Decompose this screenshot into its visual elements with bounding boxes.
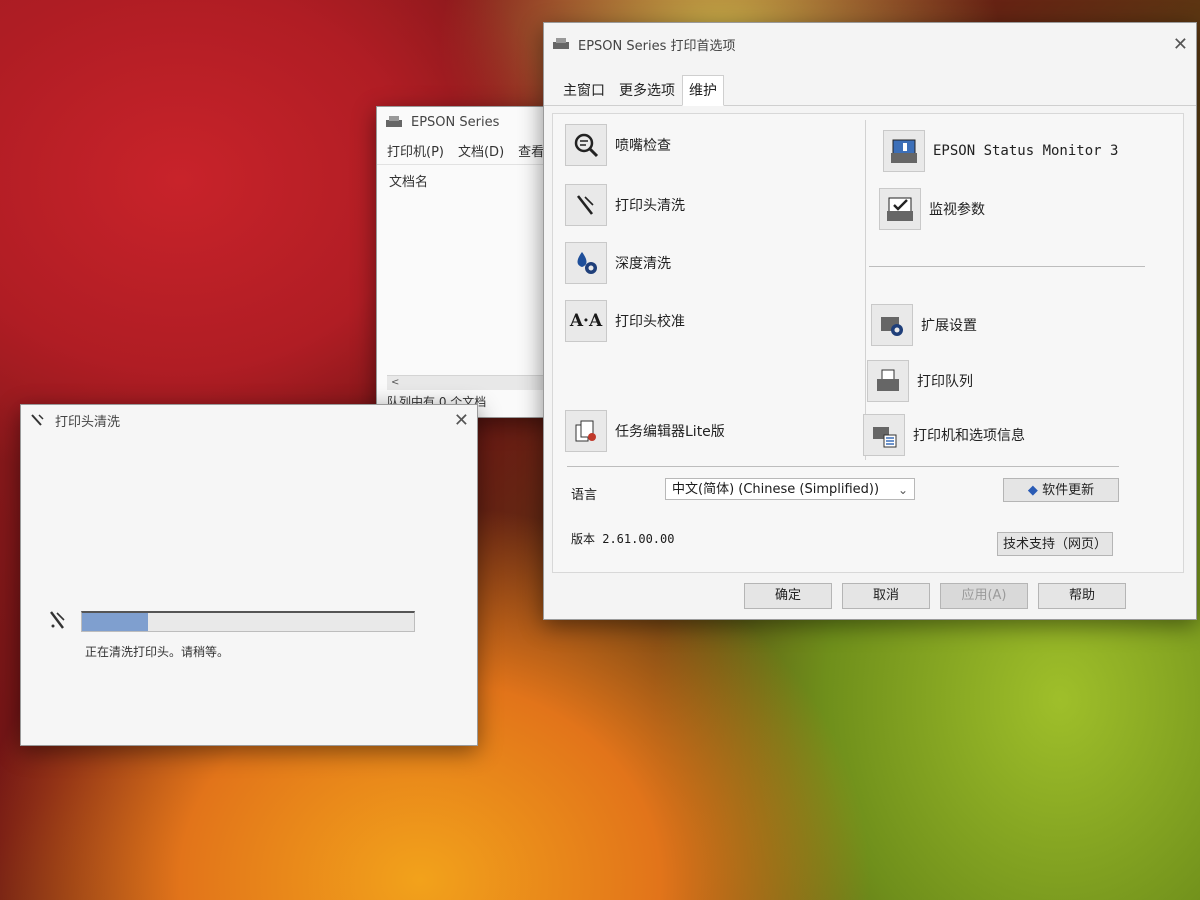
status-monitor-label: EPSON Status Monitor 3	[933, 143, 1119, 159]
status-monitor-button[interactable]: EPSON Status Monitor 3	[883, 130, 1118, 172]
ok-button[interactable]: 确定	[744, 583, 832, 609]
bottom-divider	[567, 466, 1119, 467]
language-value: 中文(简体) (Chinese (Simplified))	[672, 482, 880, 497]
prefs-titlebar: EPSON Series 打印首选项 ✕	[544, 29, 1196, 59]
language-select[interactable]: 中文(简体) (Chinese (Simplified)) ⌄	[665, 478, 915, 500]
power-cleaning-button[interactable]: 深度清洗	[565, 242, 671, 284]
queue-menubar: 打印机(P) 文档(D) 查看	[377, 137, 555, 165]
power-cleaning-label: 深度清洗	[615, 256, 671, 272]
job-arranger-label: 任务编辑器Lite版	[615, 424, 725, 440]
extended-settings-button[interactable]: 扩展设置	[871, 304, 977, 346]
tab-bar: 主窗口 更多选项 维护	[544, 75, 1196, 106]
printer-info-icon	[863, 414, 905, 456]
column-document-name[interactable]: 文档名	[377, 165, 555, 196]
head-cleaning-icon	[50, 611, 65, 629]
head-cleaning-dialog: 打印头清洗 ✕ 正在清洗打印头。请稍等。	[20, 404, 478, 746]
right-divider	[869, 266, 1145, 267]
cancel-button[interactable]: 取消	[842, 583, 930, 609]
job-arranger-button[interactable]: 任务编辑器Lite版	[565, 410, 725, 452]
close-icon[interactable]: ✕	[454, 410, 469, 431]
menu-view[interactable]: 查看	[518, 141, 544, 160]
power-cleaning-icon	[565, 242, 607, 284]
head-cleaning-label: 打印头清洗	[615, 198, 685, 214]
queue-titlebar: EPSON Series	[377, 107, 555, 137]
apply-button[interactable]: 应用(A)	[940, 583, 1028, 609]
maintenance-panel: 喷嘴检查 打印头清洗 深度清洗 A·A 打印头校准 任务编辑器Lite版 EPS…	[552, 113, 1184, 573]
printing-preferences-window: EPSON Series 打印首选项 ✕ 主窗口 更多选项 维护 喷嘴检查 打印…	[543, 22, 1197, 620]
clean-title: 打印头清洗	[55, 414, 121, 430]
tab-more-options[interactable]: 更多选项	[612, 75, 682, 105]
language-label: 语言	[571, 488, 598, 503]
version-text: 版本 2.61.00.00	[571, 532, 675, 546]
menu-document[interactable]: 文档(D)	[458, 141, 504, 160]
head-cleaning-button[interactable]: 打印头清洗	[565, 184, 685, 226]
print-queue-window: EPSON Series 打印机(P) 文档(D) 查看 文档名 < 队列中有 …	[376, 106, 556, 418]
printer-icon	[553, 38, 569, 49]
nozzle-check-icon	[565, 124, 607, 166]
print-queue-button[interactable]: 打印队列	[867, 360, 973, 402]
horizontal-scrollbar[interactable]: <	[387, 375, 555, 390]
progress-fill	[82, 613, 149, 631]
monitoring-preferences-icon	[879, 188, 921, 230]
clean-titlebar: 打印头清洗 ✕	[21, 405, 477, 435]
vertical-divider	[865, 120, 866, 460]
status-monitor-icon	[883, 130, 925, 172]
extended-settings-icon	[871, 304, 913, 346]
monitoring-preferences-button[interactable]: 监视参数	[879, 188, 985, 230]
extended-settings-label: 扩展设置	[921, 318, 977, 334]
chevron-down-icon[interactable]: ⌄	[898, 479, 908, 501]
nozzle-check-label: 喷嘴检查	[615, 138, 671, 154]
job-arranger-icon	[565, 410, 607, 452]
shield-icon: ◆	[1027, 483, 1038, 498]
head-alignment-icon: A·A	[565, 300, 607, 342]
tab-maintenance[interactable]: 维护	[682, 75, 724, 106]
head-alignment-label: 打印头校准	[615, 314, 685, 330]
tech-support-button[interactable]: 技术支持（网页）	[997, 532, 1113, 556]
cleaning-message: 正在清洗打印头。请稍等。	[85, 645, 230, 659]
printer-info-button[interactable]: 打印机和选项信息	[863, 414, 1025, 456]
queue-title: EPSON Series	[411, 114, 500, 130]
print-queue-label: 打印队列	[917, 374, 973, 390]
software-update-button[interactable]: ◆ 软件更新	[1003, 478, 1119, 502]
printer-icon	[386, 116, 402, 127]
head-cleaning-icon	[31, 414, 44, 426]
cleaning-progress-bar	[81, 611, 415, 632]
menu-printer[interactable]: 打印机(P)	[387, 141, 444, 160]
monitoring-preferences-label: 监视参数	[929, 202, 985, 218]
prefs-title: EPSON Series 打印首选项	[578, 38, 736, 54]
print-queue-icon	[867, 360, 909, 402]
printer-info-label: 打印机和选项信息	[913, 428, 1025, 444]
software-update-label: 软件更新	[1042, 483, 1095, 498]
head-cleaning-icon	[565, 184, 607, 226]
help-button[interactable]: 帮助	[1038, 583, 1126, 609]
nozzle-check-button[interactable]: 喷嘴检查	[565, 124, 671, 166]
scroll-left-arrow-icon[interactable]: <	[391, 377, 399, 388]
close-icon[interactable]: ✕	[1173, 34, 1188, 55]
tab-main[interactable]: 主窗口	[556, 75, 612, 105]
head-alignment-button[interactable]: A·A 打印头校准	[565, 300, 685, 342]
